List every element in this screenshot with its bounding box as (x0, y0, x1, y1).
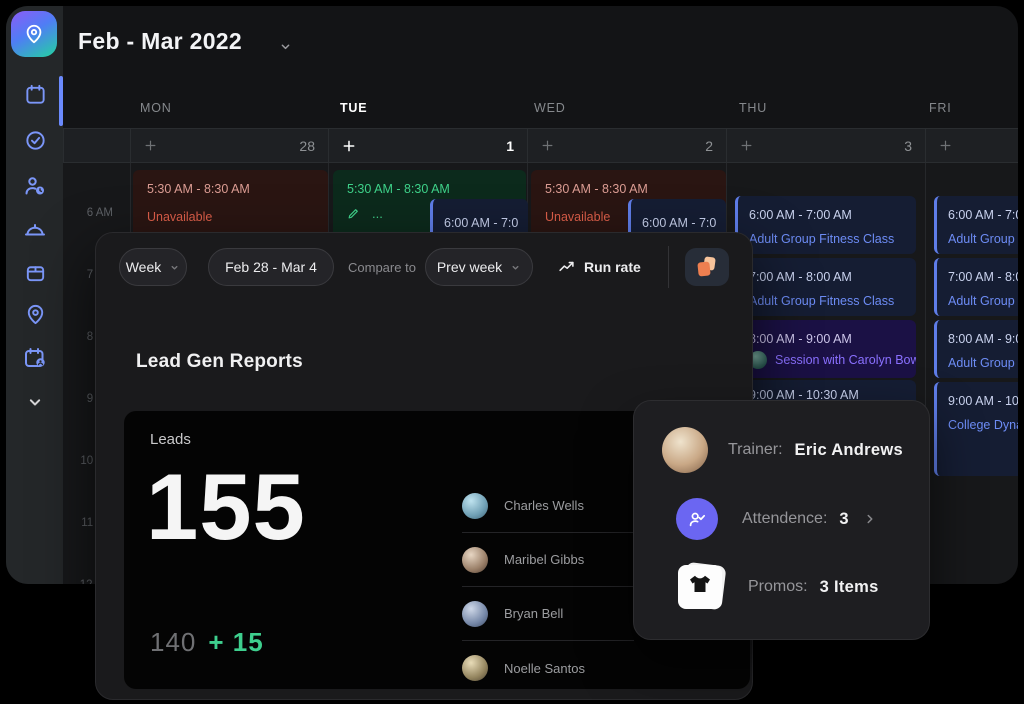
sidebar (6, 6, 63, 584)
attendance-icon-circle (676, 498, 718, 540)
period-dropdown[interactable]: Week (119, 248, 187, 286)
chevron-down-icon (510, 262, 521, 273)
sidebar-item-appointments[interactable] (23, 346, 47, 370)
date-row: 28 1 2 3 (63, 128, 1018, 163)
avatar (462, 601, 488, 627)
date-cell-thu: 3 (726, 129, 925, 162)
screen: Feb - Mar 2022 MON TUE WED THU FRI 28 1 … (0, 0, 1024, 704)
pencil-icon (347, 207, 360, 220)
sidebar-item-packages[interactable] (23, 260, 47, 284)
service-bell-icon (23, 218, 47, 242)
date-cell-tue: 1 (328, 129, 527, 162)
box-icon (24, 261, 47, 284)
divider (668, 246, 669, 288)
add-event-icon[interactable] (740, 139, 753, 152)
attendance-value: 3 (839, 510, 848, 529)
avatar (462, 547, 488, 573)
date-number: 3 (904, 138, 912, 154)
attendance-row[interactable]: Attendence: 3 (676, 497, 877, 541)
check-circle-icon (24, 129, 47, 152)
add-event-icon[interactable] (342, 139, 356, 153)
month-dropdown[interactable] (278, 39, 293, 59)
event-thu-6am[interactable]: 6:00 AM - 7:00 AM Adult Group Fitness Cl… (735, 196, 916, 254)
app-logo[interactable] (11, 11, 57, 57)
event-thu-session[interactable]: 8:00 AM - 9:00 AM Session with Carolyn B… (735, 320, 916, 378)
event-fri-6am[interactable]: 6:00 AM - 7:0 Adult Group F (934, 196, 1018, 254)
location-pin-icon (23, 23, 45, 45)
event-fri-9am[interactable]: 9:00 AM - 10: College Dyna (934, 382, 1018, 476)
trending-up-icon (558, 259, 575, 276)
user-check-icon (686, 508, 708, 530)
tshirt-icon (685, 572, 715, 602)
add-event-icon[interactable] (144, 139, 157, 152)
avatar (462, 655, 488, 681)
leads-label: Leads (150, 431, 191, 448)
list-item[interactable]: Maribel Gibbs (462, 533, 634, 587)
trainer-card: Trainer: Eric Andrews Attendence: 3 Prom… (633, 400, 930, 640)
date-cell-wed: 2 (527, 129, 726, 162)
date-number: 2 (705, 138, 713, 154)
calendar-user-icon (23, 346, 47, 370)
promos-row[interactable]: Promos: 3 Items (678, 561, 879, 613)
compare-dropdown[interactable]: Prev week (425, 248, 533, 286)
day-header-tue: TUE (340, 101, 367, 115)
trainer-name: Eric Andrews (795, 441, 903, 460)
day-header-thu: THU (739, 101, 767, 115)
chevron-right-icon (863, 512, 877, 526)
chevron-down-icon (169, 262, 180, 273)
user-clock-icon (23, 174, 47, 198)
promo-shortcut-button[interactable] (685, 248, 729, 286)
list-item[interactable]: Noelle Santos (462, 641, 634, 695)
trainer-label: Trainer: (728, 441, 783, 459)
leads-comparison: 140 + 15 (150, 627, 264, 658)
sidebar-active-indicator (59, 76, 63, 126)
add-event-icon[interactable] (939, 139, 952, 152)
time-label: 6 AM (63, 207, 113, 219)
chevron-down-icon (278, 39, 293, 54)
compare-to-label: Compare to (348, 248, 416, 286)
event-fri-7am[interactable]: 7:00 AM - 8:0 Adult Group F (934, 258, 1018, 316)
event-thu-7am[interactable]: 7:00 AM - 8:00 AM Adult Group Fitness Cl… (735, 258, 916, 316)
trainer-avatar (662, 427, 708, 473)
avatar (462, 493, 488, 519)
trainer-row: Trainer: Eric Andrews (662, 427, 903, 473)
leads-previous: 140 (150, 627, 196, 658)
attendance-label: Attendence: (742, 510, 827, 528)
run-rate-toggle[interactable]: Run rate (558, 248, 641, 286)
sidebar-item-tasks[interactable] (23, 128, 47, 152)
date-cell-fri (925, 129, 1018, 162)
list-item[interactable]: Charles Wells (462, 479, 634, 533)
date-number: 28 (299, 138, 315, 154)
list-item[interactable]: Bryan Bell (462, 587, 634, 641)
leads-delta: + 15 (208, 627, 263, 658)
sidebar-item-client-history[interactable] (23, 174, 47, 198)
date-cell-mon: 28 (130, 129, 328, 162)
promos-value: 3 Items (820, 578, 879, 597)
panel-title: Lead Gen Reports (136, 351, 303, 373)
chevron-down-icon (25, 392, 45, 412)
day-header-mon: MON (140, 101, 172, 115)
sidebar-item-locations[interactable] (23, 302, 47, 326)
location-pin-outline-icon (24, 303, 47, 326)
event-fri-8am[interactable]: 8:00 AM - 9:0 Adult Group F (934, 320, 1018, 378)
add-event-icon[interactable] (541, 139, 554, 152)
calendar-icon (24, 83, 47, 106)
leads-people-list: Charles Wells Maribel Gibbs Bryan Bell N… (462, 479, 634, 695)
sidebar-expand[interactable] (23, 390, 47, 414)
sidebar-item-services[interactable] (23, 218, 47, 242)
date-number: 1 (506, 138, 514, 154)
page-title: Feb - Mar 2022 (78, 28, 242, 55)
leads-value: 155 (146, 453, 306, 561)
day-header-fri: FRI (929, 101, 952, 115)
promo-box-icon (697, 257, 717, 277)
promo-tshirt-image (678, 563, 726, 611)
promos-label: Promos: (748, 578, 808, 596)
sidebar-item-calendar[interactable] (23, 82, 47, 106)
day-header-wed: WED (534, 101, 566, 115)
date-range-button[interactable]: Feb 28 - Mar 4 (208, 248, 334, 286)
more-indicator: ... (372, 206, 383, 221)
date-cell-gutter (63, 129, 130, 162)
